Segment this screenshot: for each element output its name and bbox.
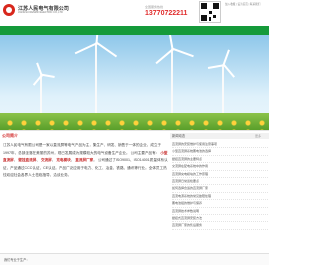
wind-turbine-icon: [171, 49, 173, 113]
product-link-charging-module[interactable]: 充电模块: [56, 158, 70, 162]
intro-highlight-prefix: 公司主要产品有：: [130, 150, 160, 155]
wind-turbine-icon: [95, 43, 97, 113]
news-item[interactable]: 直流屏技术参数说明: [172, 208, 268, 216]
news-item[interactable]: 直流电源系统的常见故障处理: [172, 193, 268, 201]
footer-bar: 我们专业于生产：: [0, 253, 269, 265]
qr-code-icon: [199, 1, 221, 23]
company-logo-icon[interactable]: [3, 4, 15, 16]
footer-note: 我们专业于生产：: [4, 258, 30, 262]
product-link-ac-panel[interactable]: 交流屏: [41, 158, 52, 162]
main-nav: 网站首页 关于我们 产品展示 新闻中心 资质荣誉 客户案例 在线留言 联系我们: [0, 26, 269, 40]
news-item[interactable]: 蓄电池组的维护与保养: [172, 200, 268, 208]
hero-banner: [0, 35, 269, 130]
company-intro: 江苏人民电气有限公司是一家以直流屏等电气产品为主，集生产、研发、销售于一体的企业…: [3, 143, 168, 177]
company-name-en: JIANGSU RENMIN ELECTRIC CO.,LTD: [18, 11, 63, 14]
news-item[interactable]: 直流屏日常巡检要点: [172, 178, 268, 186]
news-more-link[interactable]: 更多: [255, 134, 261, 138]
sunflowers: [0, 117, 269, 130]
hotline-phone: 13770722211: [145, 10, 188, 17]
top-links[interactable]: 加入收藏 | 设为首页 | 联系我们: [225, 2, 260, 6]
product-link-manufacturer[interactable]: 直流屏厂家: [75, 158, 93, 162]
news-item[interactable]: 直流屏的安装维护与使用注意事项: [172, 141, 268, 149]
divider: [0, 130, 269, 131]
news-item[interactable]: 交流屏在配电系统中的作用: [172, 163, 268, 171]
news-item[interactable]: 壁挂式直流屏安装方法: [172, 215, 268, 223]
intro-title: 公司简介: [2, 133, 18, 138]
news-item[interactable]: 小型直流屏系统蓄电池的选择: [172, 148, 268, 156]
top-header: 江苏人民电气有限公司 JIANGSU RENMIN ELECTRIC CO.,L…: [0, 0, 269, 26]
news-list: 直流屏的安装维护与使用注意事项 小型直流屏系统蓄电池的选择 壁挂直流屏的主要特点…: [172, 141, 268, 230]
wind-turbine-icon: [40, 75, 42, 113]
news-item[interactable]: 如何选择合适的直流屏厂家: [172, 185, 268, 193]
news-item[interactable]: 直流屏充电模块的工作原理: [172, 171, 268, 179]
product-link-wall-dc-panel[interactable]: 壁挂直流屏: [18, 158, 36, 162]
news-item[interactable]: 壁挂直流屏的主要特点: [172, 156, 268, 164]
news-item[interactable]: 直流屏厂家的售后服务: [172, 222, 268, 230]
wind-turbine-icon: [222, 65, 224, 113]
